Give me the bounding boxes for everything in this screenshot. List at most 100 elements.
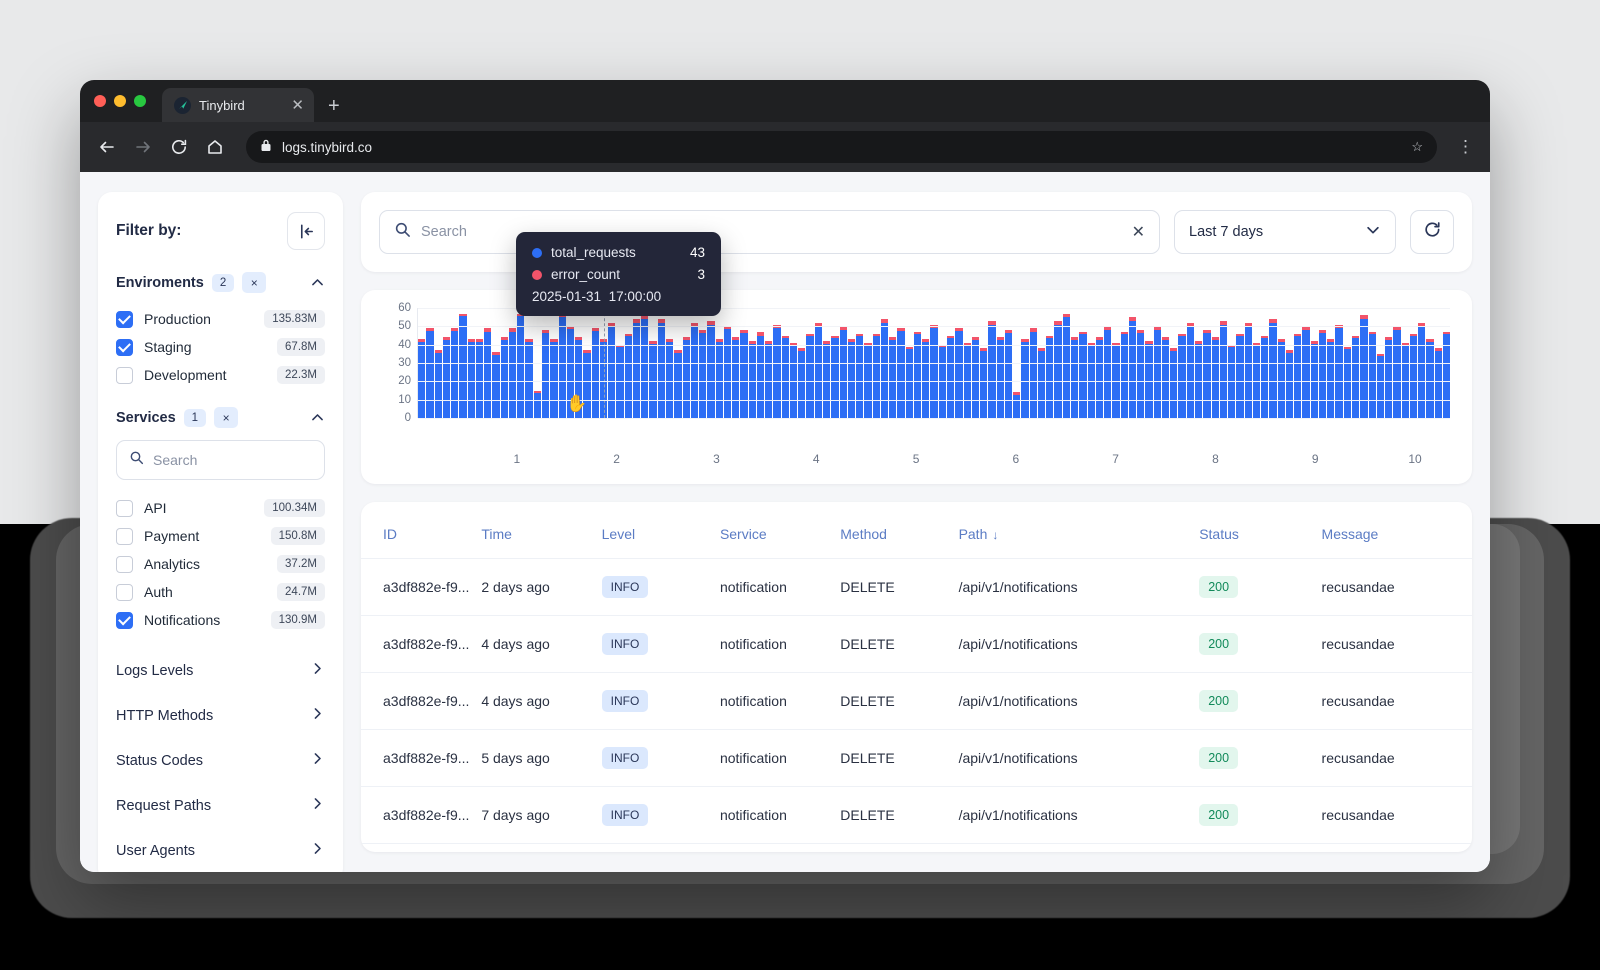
chart-bar[interactable] bbox=[683, 337, 690, 418]
chart-bar[interactable] bbox=[666, 339, 673, 418]
sidebar-item-request-paths[interactable]: Request Paths bbox=[116, 783, 325, 828]
chart-bar[interactable] bbox=[1154, 326, 1161, 418]
chart-bar[interactable] bbox=[980, 348, 987, 418]
chart-bar[interactable] bbox=[1071, 337, 1078, 418]
filter-group-header[interactable]: Enviroments 2 × bbox=[116, 272, 325, 293]
chart-bar[interactable] bbox=[988, 321, 995, 418]
chart-bar[interactable] bbox=[1013, 392, 1020, 418]
date-range-select[interactable]: Last 7 days bbox=[1174, 210, 1396, 254]
chart-bar[interactable] bbox=[1385, 337, 1392, 418]
home-icon[interactable] bbox=[204, 136, 226, 158]
chart-bar[interactable] bbox=[435, 350, 442, 418]
checkbox[interactable] bbox=[116, 612, 133, 629]
chart-bar[interactable] bbox=[1212, 337, 1219, 418]
checkbox[interactable] bbox=[116, 339, 133, 356]
chart-bar[interactable] bbox=[856, 334, 863, 418]
chart-bar[interactable] bbox=[484, 328, 491, 418]
chart-bar[interactable] bbox=[1021, 339, 1028, 418]
chart-bar[interactable] bbox=[1096, 337, 1103, 418]
filter-group-header[interactable]: Services 1 × bbox=[116, 407, 325, 428]
chart-bar[interactable] bbox=[1203, 330, 1210, 418]
chart-bar[interactable] bbox=[459, 314, 466, 419]
filter-option-api[interactable]: API 100.34M bbox=[116, 494, 325, 522]
checkbox[interactable] bbox=[116, 367, 133, 384]
chart-bar[interactable] bbox=[509, 328, 516, 418]
chart-bar[interactable] bbox=[1410, 334, 1417, 418]
chart-bar[interactable] bbox=[773, 325, 780, 418]
sidebar-item-status-codes[interactable]: Status Codes bbox=[116, 738, 325, 783]
table-row[interactable]: a3df882e-f9...4 days agoINFOnotification… bbox=[361, 616, 1472, 673]
chart-bar[interactable] bbox=[1046, 336, 1053, 419]
sidebar-item-user-agents[interactable]: User Agents bbox=[116, 828, 325, 872]
chart-bar[interactable] bbox=[897, 328, 904, 418]
filter-group-clear-icon[interactable]: × bbox=[214, 407, 238, 428]
table-row[interactable]: a3df882e-f9...2 days agoINFOnotification… bbox=[361, 559, 1472, 616]
refresh-button[interactable] bbox=[1410, 210, 1454, 254]
checkbox[interactable] bbox=[116, 528, 133, 545]
chart-bar[interactable] bbox=[1294, 334, 1301, 418]
filter-option-development[interactable]: Development 22.3M bbox=[116, 361, 325, 389]
checkbox[interactable] bbox=[116, 311, 133, 328]
chart-bar[interactable] bbox=[476, 339, 483, 418]
chart-bar[interactable] bbox=[1195, 341, 1202, 418]
forward-arrow-icon[interactable] bbox=[132, 136, 154, 158]
column-header-status[interactable]: Status bbox=[1199, 502, 1321, 559]
chart-bar[interactable] bbox=[848, 339, 855, 418]
close-window-button[interactable] bbox=[94, 95, 106, 107]
filter-option-staging[interactable]: Staging 67.8M bbox=[116, 333, 325, 361]
chart-bar[interactable] bbox=[1269, 319, 1276, 418]
chart-bar[interactable] bbox=[1245, 323, 1252, 418]
chart-bar[interactable] bbox=[468, 339, 475, 418]
chart-bar[interactable] bbox=[782, 336, 789, 419]
column-header-method[interactable]: Method bbox=[840, 502, 958, 559]
chart-bar[interactable] bbox=[1335, 325, 1342, 418]
chart-bar[interactable] bbox=[492, 352, 499, 418]
services-search-input[interactable] bbox=[153, 452, 312, 468]
chart-bar[interactable] bbox=[997, 337, 1004, 418]
chart-bar[interactable] bbox=[1054, 321, 1061, 418]
address-bar[interactable]: logs.tinybird.co ☆ bbox=[246, 131, 1437, 163]
chart-bar[interactable] bbox=[873, 334, 880, 418]
chart-bar[interactable] bbox=[1187, 323, 1194, 418]
chart-bar[interactable] bbox=[1104, 326, 1111, 418]
chart-bar[interactable] bbox=[1038, 348, 1045, 418]
kebab-menu-icon[interactable]: ⋮ bbox=[1457, 137, 1474, 157]
filter-option-production[interactable]: Production 135.83M bbox=[116, 305, 325, 333]
chart-bar[interactable] bbox=[1063, 314, 1070, 418]
chart-bar[interactable] bbox=[1236, 334, 1243, 418]
chart-bar[interactable] bbox=[559, 314, 566, 418]
chart-bar[interactable] bbox=[608, 323, 615, 418]
chart-bar[interactable] bbox=[1327, 339, 1334, 418]
checkbox[interactable] bbox=[116, 584, 133, 601]
filter-group-clear-icon[interactable]: × bbox=[242, 272, 266, 293]
filter-option-payment[interactable]: Payment 150.8M bbox=[116, 522, 325, 550]
table-row[interactable]: a3df882e-f9...7 days agoINFOnotification… bbox=[361, 787, 1472, 844]
chart-bar[interactable] bbox=[1311, 341, 1318, 418]
filter-option-analytics[interactable]: Analytics 37.2M bbox=[116, 550, 325, 578]
chart-bar[interactable] bbox=[1435, 348, 1442, 418]
reload-icon[interactable] bbox=[168, 136, 190, 158]
chart[interactable]: 0102030405060 bbox=[383, 308, 1450, 448]
chart-bar[interactable] bbox=[699, 330, 706, 418]
chart-bar[interactable] bbox=[1145, 341, 1152, 418]
chart-bar[interactable] bbox=[641, 315, 648, 418]
chart-bar[interactable] bbox=[889, 337, 896, 418]
chart-bar[interactable] bbox=[451, 328, 458, 418]
chart-bar[interactable] bbox=[575, 337, 582, 418]
chart-bar[interactable] bbox=[1220, 321, 1227, 418]
chart-bar[interactable] bbox=[922, 339, 929, 418]
chart-bar[interactable] bbox=[881, 319, 888, 418]
chart-bar[interactable] bbox=[930, 325, 937, 418]
chart-bar[interactable] bbox=[972, 337, 979, 418]
maximize-window-button[interactable] bbox=[134, 95, 146, 107]
table-row[interactable]: a3df882e-f9...5 days agoINFOnotification… bbox=[361, 730, 1472, 787]
chart-bar[interactable] bbox=[1278, 339, 1285, 418]
chart-bar[interactable] bbox=[1286, 350, 1293, 418]
checkbox[interactable] bbox=[116, 556, 133, 573]
chart-bar[interactable] bbox=[426, 328, 433, 418]
table-row[interactable]: a3df882e-f9...4 days agoINFOnotification… bbox=[361, 673, 1472, 730]
chart-bar[interactable] bbox=[1005, 330, 1012, 418]
column-header-level[interactable]: Level bbox=[602, 502, 720, 559]
chart-bar[interactable] bbox=[1129, 317, 1136, 418]
column-header-service[interactable]: Service bbox=[720, 502, 840, 559]
